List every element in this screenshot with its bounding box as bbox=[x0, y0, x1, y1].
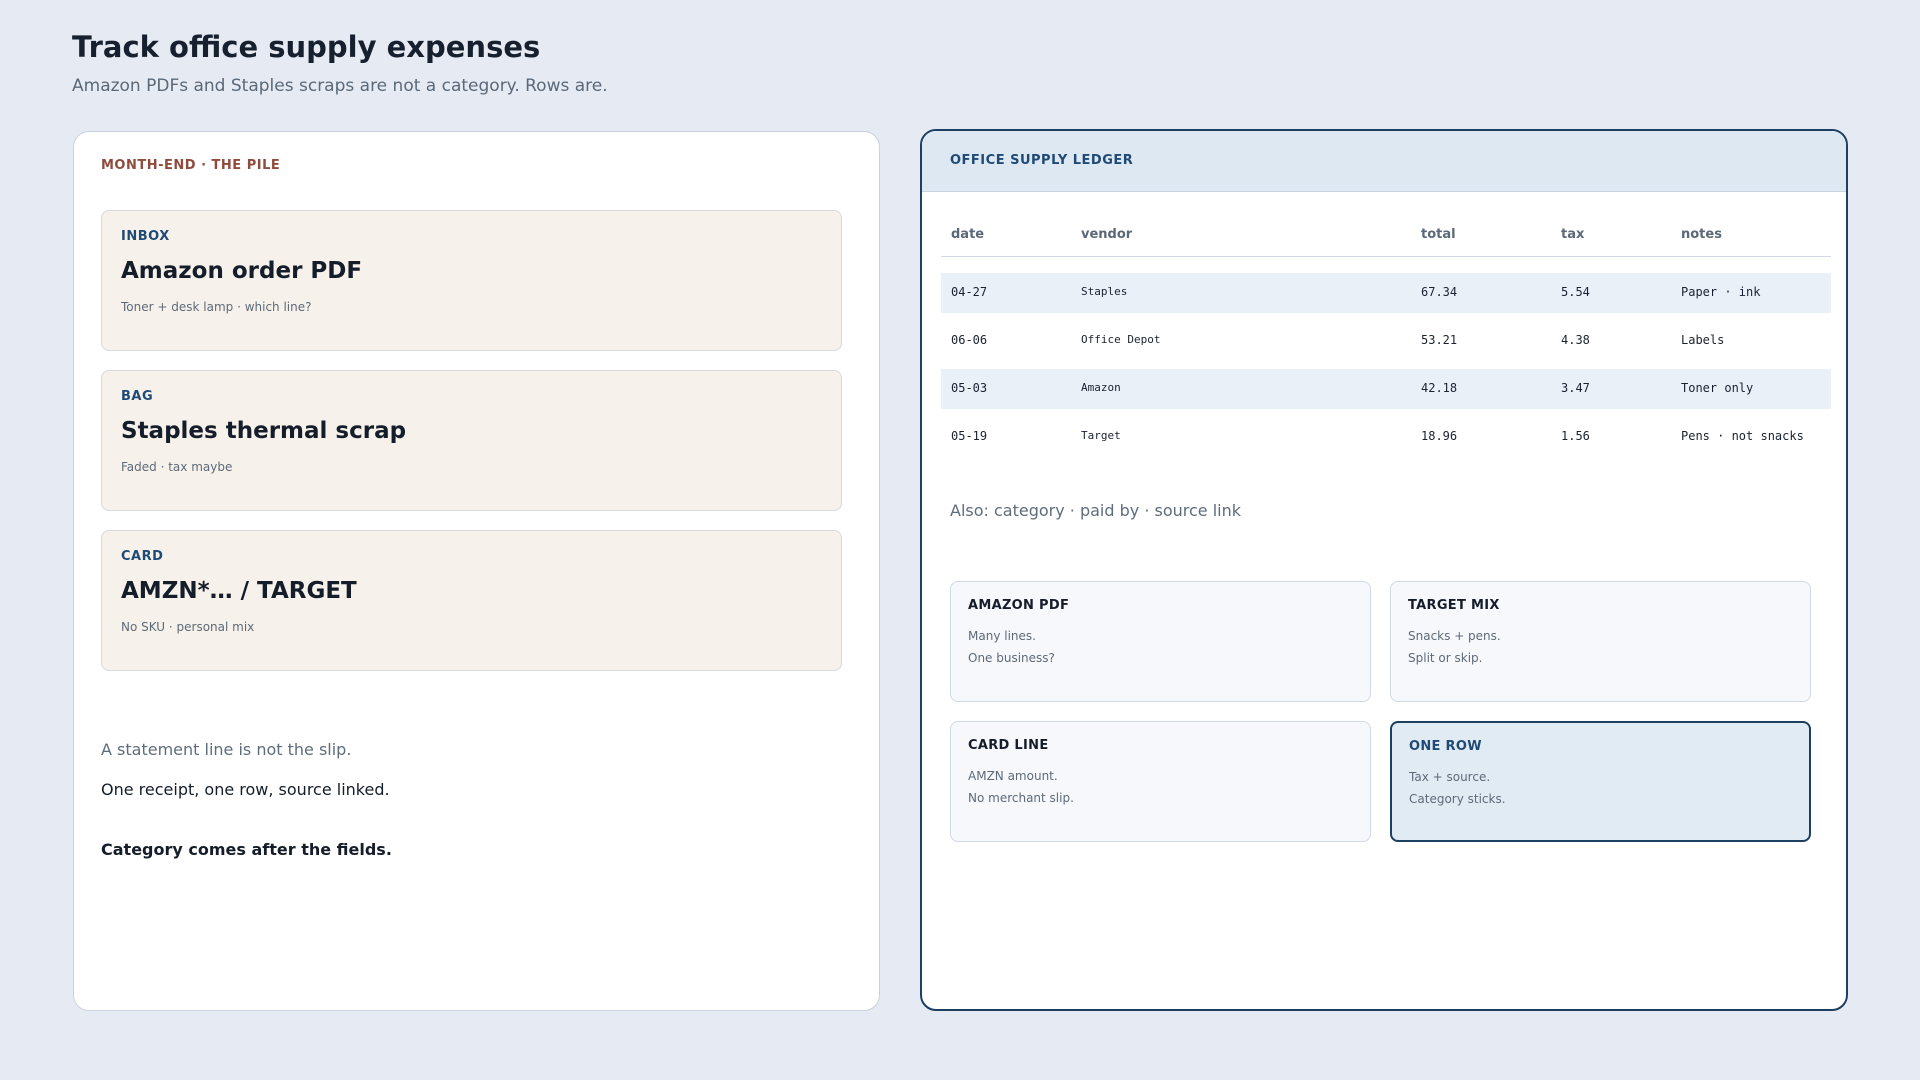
option-line: Snacks + pens. bbox=[1408, 629, 1501, 643]
cell-notes: Paper · ink bbox=[1681, 285, 1761, 299]
slip-card-bag[interactable]: BAG Staples thermal scrap Faded · tax ma… bbox=[101, 370, 842, 511]
option-line: One business? bbox=[968, 651, 1055, 665]
page-subtitle: Amazon PDFs and Staples scraps are not a… bbox=[72, 76, 608, 96]
option-line: No merchant slip. bbox=[968, 791, 1074, 805]
cell-vendor: Office Depot bbox=[1081, 333, 1161, 346]
column-header-vendor[interactable]: vendor bbox=[1081, 227, 1132, 242]
table-row[interactable]: 06-06 Office Depot 53.21 4.38 Labels bbox=[941, 321, 1831, 361]
ledger-header: OFFICE SUPPLY LEDGER bbox=[922, 131, 1846, 192]
table-row[interactable]: 05-03 Amazon 42.18 3.47 Toner only bbox=[941, 369, 1831, 409]
ledger-panel: OFFICE SUPPLY LEDGER date vendor total t… bbox=[920, 129, 1848, 1011]
table-header-row: date vendor total tax notes bbox=[941, 209, 1831, 257]
option-card-target-mix[interactable]: TARGET MIX Snacks + pens. Split or skip. bbox=[1390, 581, 1811, 702]
rule-note: One receipt, one row, source linked. bbox=[101, 780, 390, 799]
slip-title: AMZN*… / TARGET bbox=[121, 578, 357, 604]
ledger-title: OFFICE SUPPLY LEDGER bbox=[950, 153, 1134, 168]
cell-vendor: Amazon bbox=[1081, 381, 1121, 394]
cell-date: 05-03 bbox=[951, 381, 988, 395]
cell-notes: Pens · not snacks bbox=[1681, 429, 1804, 443]
cell-vendor: Staples bbox=[1081, 285, 1128, 298]
category-note: Category comes after the fields. bbox=[101, 840, 392, 859]
statement-note: A statement line is not the slip. bbox=[101, 740, 352, 759]
cell-date: 05-19 bbox=[951, 429, 988, 443]
cell-total: 42.18 bbox=[1421, 381, 1458, 395]
slip-title: Staples thermal scrap bbox=[121, 418, 407, 444]
column-header-tax[interactable]: tax bbox=[1561, 227, 1584, 242]
pile-eyebrow: MONTH-END · THE PILE bbox=[101, 158, 281, 173]
cell-date: 06-06 bbox=[951, 333, 988, 347]
slip-kind: INBOX bbox=[121, 229, 170, 244]
pile-panel: MONTH-END · THE PILE INBOX Amazon order … bbox=[73, 131, 880, 1011]
option-line: Split or skip. bbox=[1408, 651, 1483, 665]
option-line: AMZN amount. bbox=[968, 769, 1058, 783]
cell-total: 53.21 bbox=[1421, 333, 1458, 347]
slip-kind: CARD bbox=[121, 549, 164, 564]
cell-tax: 4.38 bbox=[1561, 333, 1590, 347]
option-title: CARD LINE bbox=[968, 738, 1049, 753]
extra-fields-note: Also: category · paid by · source link bbox=[950, 501, 1242, 520]
cell-total: 67.34 bbox=[1421, 285, 1458, 299]
cell-notes: Toner only bbox=[1681, 381, 1754, 395]
cell-tax: 1.56 bbox=[1561, 429, 1590, 443]
slip-title: Amazon order PDF bbox=[121, 258, 363, 284]
option-card-one-row[interactable]: ONE ROW Tax + source. Category sticks. bbox=[1390, 721, 1811, 842]
table-row[interactable]: 05-19 Target 18.96 1.56 Pens · not snack… bbox=[941, 417, 1831, 457]
option-title: AMAZON PDF bbox=[968, 598, 1070, 613]
page-title: Track office supply expenses bbox=[72, 30, 541, 64]
cell-tax: 3.47 bbox=[1561, 381, 1590, 395]
slip-note: No SKU · personal mix bbox=[121, 620, 255, 634]
option-title: TARGET MIX bbox=[1408, 598, 1500, 613]
slip-note: Toner + desk lamp · which line? bbox=[121, 300, 312, 314]
option-card-amazon-pdf[interactable]: AMAZON PDF Many lines. One business? bbox=[950, 581, 1371, 702]
table-row[interactable]: 04-27 Staples 67.34 5.54 Paper · ink bbox=[941, 273, 1831, 313]
column-header-total[interactable]: total bbox=[1421, 227, 1456, 242]
option-card-card-line[interactable]: CARD LINE AMZN amount. No merchant slip. bbox=[950, 721, 1371, 842]
ledger-table: date vendor total tax notes 04-27 Staple… bbox=[941, 209, 1831, 457]
cell-total: 18.96 bbox=[1421, 429, 1458, 443]
slip-note: Faded · tax maybe bbox=[121, 460, 233, 474]
cell-notes: Labels bbox=[1681, 333, 1725, 347]
option-title: ONE ROW bbox=[1409, 739, 1482, 754]
cell-vendor: Target bbox=[1081, 429, 1121, 442]
column-header-date[interactable]: date bbox=[951, 227, 984, 242]
cell-tax: 5.54 bbox=[1561, 285, 1590, 299]
option-line: Category sticks. bbox=[1409, 792, 1506, 806]
slip-kind: BAG bbox=[121, 389, 154, 404]
column-header-notes[interactable]: notes bbox=[1681, 227, 1722, 242]
option-line: Tax + source. bbox=[1409, 770, 1491, 784]
option-line: Many lines. bbox=[968, 629, 1036, 643]
cell-date: 04-27 bbox=[951, 285, 988, 299]
slip-card-card[interactable]: CARD AMZN*… / TARGET No SKU · personal m… bbox=[101, 530, 842, 671]
slip-card-inbox[interactable]: INBOX Amazon order PDF Toner + desk lamp… bbox=[101, 210, 842, 351]
